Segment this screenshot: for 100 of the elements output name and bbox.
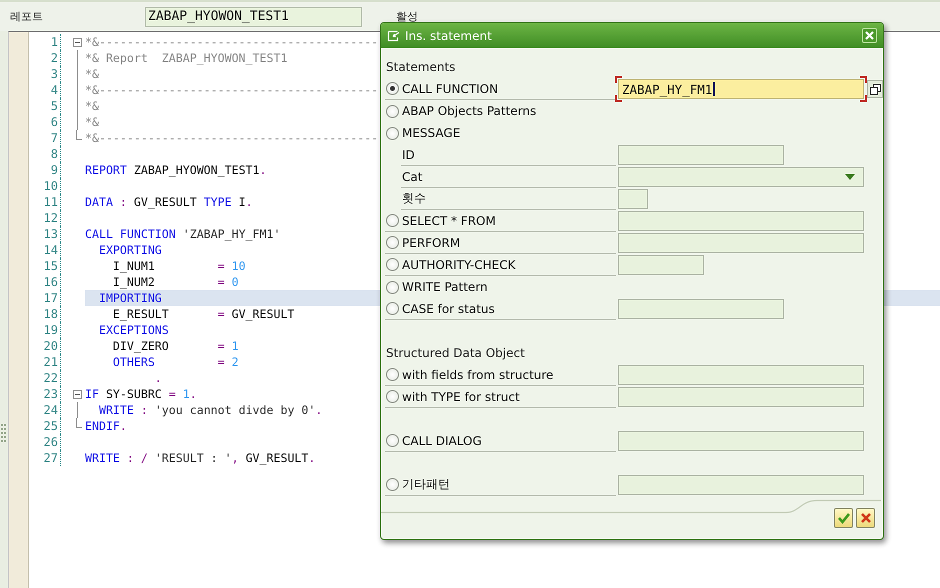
close-icon [864,30,875,41]
cancel-button[interactable] [856,508,875,528]
radio-button[interactable] [386,236,399,249]
input-field[interactable] [618,365,864,385]
radio-button[interactable] [386,82,399,95]
code-line: . [154,370,162,386]
input-field[interactable] [618,189,648,209]
grip-handle-icon[interactable] [1,424,6,444]
collapse-icon[interactable] [73,390,82,398]
option-label: SELECT * FROM [402,214,496,228]
radio-button[interactable] [386,390,399,403]
radio-button[interactable] [386,258,399,271]
line-number: 19 [29,322,61,338]
status-text: 활성 [396,9,418,24]
code-line: WRITE : 'you cannot divde by 0'. [98,402,322,418]
line-number: 16 [29,274,61,290]
line-number: 9 [29,162,61,178]
option-label: ABAP Objects Patterns [402,104,536,118]
dropdown-field[interactable] [618,167,864,187]
section-heading: Statements [385,59,456,76]
radio-button[interactable] [386,302,399,315]
input-field[interactable] [618,387,864,407]
line-number: 1 [29,34,61,50]
input-field[interactable] [618,475,864,495]
code-line: REPORT ZABAP_HYOWON_TEST1. [85,162,266,178]
option-label: AUTHORITY-CHECK [402,258,516,272]
checkmark-icon [836,511,850,525]
input-field[interactable] [618,145,784,165]
option-label: CASE for status [402,302,495,316]
cancel-icon [858,511,872,525]
code-line: *&---------------------------------------- [85,82,378,98]
radio-button[interactable] [386,214,399,227]
code-line: *& Report ZABAP_HYOWON_TEST1 [85,50,288,66]
line-number: 27 [29,450,61,466]
line-number: 25 [29,418,61,434]
option-label: with fields from structure [402,368,554,382]
input-field[interactable] [618,299,784,319]
line-number: 10 [29,178,61,194]
code-line: *& [85,114,99,130]
line-number: 12 [29,210,61,226]
option-label: PERFORM [402,236,460,250]
collapse-icon[interactable] [73,38,82,46]
option-label: 기타패턴 [402,476,450,493]
option-label: Cat [402,170,422,184]
line-number: 6 [29,114,61,130]
radio-button[interactable] [386,126,399,140]
input-field[interactable] [618,255,704,275]
code-line: *&---------------------------------------- [85,130,378,146]
code-line: *& [85,66,99,82]
option-label: ID [402,148,415,162]
line-number: 4 [29,82,61,98]
radio-button[interactable] [386,280,399,294]
radio-button[interactable] [386,104,399,118]
line-number: 26 [29,434,61,450]
option-label: MESSAGE [402,126,460,140]
line-number: 13 [29,226,61,242]
option-label: with TYPE for struct [402,390,520,404]
input-field[interactable] [618,233,864,253]
code-line: EXPORTING [98,242,162,258]
code-line: OTHERS = 2 [112,354,239,370]
input-field[interactable]: ZABAP_HY_FM1 [618,79,864,99]
code-line: IMPORTING [98,290,162,306]
input-field[interactable] [618,431,864,451]
option-label: CALL DIALOG [402,434,482,448]
code-line: *& [85,98,99,114]
line-number: 5 [29,98,61,114]
line-number: 2 [29,50,61,66]
input-field[interactable] [618,211,864,231]
code-line: WRITE : / 'RESULT : ', GV_RESULT. [85,450,316,466]
radio-button[interactable] [386,434,399,447]
code-line: DATA : GV_RESULT TYPE I. [85,194,253,210]
code-line: I_NUM2 = 0 [112,274,239,290]
line-number: 7 [29,130,61,146]
line-number: 17 [29,290,61,306]
option-label: CALL FUNCTION [402,82,498,96]
line-number: 18 [29,306,61,322]
code-line: *&---------------------------------------- [85,34,378,50]
line-number: 22 [29,370,61,386]
section-heading: Structured Data Object [385,345,525,362]
program-field[interactable]: ZABAP_HYOWON_TEST1 [145,6,362,26]
line-number: 3 [29,66,61,82]
code-line: E_RESULT = GV_RESULT [112,306,294,322]
search-help-button[interactable] [867,80,883,98]
code-line: I_NUM1 = 10 [112,258,246,274]
radio-button[interactable] [386,368,399,381]
line-number: 23 [29,386,61,402]
code-line: CALL FUNCTION 'ZABAP_HY_FM1' [85,226,280,242]
line-number: 8 [29,146,61,162]
line-number: 14 [29,242,61,258]
option-label: WRITE Pattern [402,280,488,294]
line-number: 11 [29,194,61,210]
close-button[interactable] [862,28,877,43]
dialog-title: Ins. statement [405,28,493,42]
code-line: IF SY-SUBRC = 1. [85,386,197,402]
confirm-button[interactable] [834,508,853,528]
field-label: 레포트 [10,9,44,24]
radio-button[interactable] [386,478,399,491]
line-number: 24 [29,402,61,418]
code-line: EXCEPTIONS [98,322,169,338]
dropdown-arrow-icon [845,174,855,180]
